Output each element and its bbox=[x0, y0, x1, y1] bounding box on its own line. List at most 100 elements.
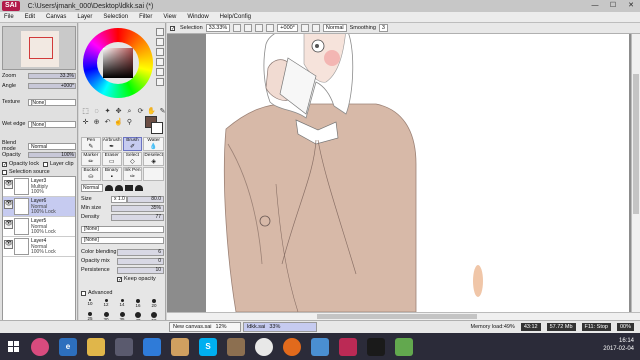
start-button[interactable] bbox=[0, 333, 26, 360]
color-mode-button[interactable] bbox=[156, 58, 164, 66]
file-explorer-icon[interactable] bbox=[87, 337, 105, 356]
color-picker-icon[interactable]: ⚲ bbox=[125, 118, 134, 127]
document-tab-new-canvas[interactable]: New canvas.sai 12% bbox=[169, 322, 241, 332]
rotate-left-icon[interactable]: ↶ bbox=[103, 118, 112, 127]
zoom-reset-icon[interactable] bbox=[255, 24, 264, 32]
min-size-slider[interactable]: 35% bbox=[111, 204, 164, 212]
brush-size-preset[interactable]: 12 bbox=[99, 299, 113, 311]
ie-icon[interactable]: e bbox=[59, 337, 77, 356]
menu-canvas[interactable]: Canvas bbox=[42, 14, 73, 20]
hand-icon[interactable]: ☝ bbox=[114, 118, 123, 127]
brush-tip-flat-icon[interactable] bbox=[125, 184, 133, 191]
brush-tip-soft-icon[interactable] bbox=[115, 184, 123, 191]
zoom-tool-icon[interactable]: ⌕ bbox=[125, 107, 134, 116]
layer-row[interactable]: 👁 Layer3 Multiply 100% bbox=[3, 177, 75, 197]
tool-brush[interactable]: Brush ✐ bbox=[122, 137, 143, 151]
color-mode-button[interactable] bbox=[156, 68, 164, 76]
horizontal-scroll-thumb[interactable] bbox=[317, 314, 477, 319]
angle-slider[interactable]: +000° bbox=[28, 83, 76, 89]
tool-select[interactable]: Select ◇ bbox=[122, 152, 143, 166]
zoom-slider[interactable]: 33.3% bbox=[28, 73, 76, 79]
maximize-button[interactable]: ☐ bbox=[604, 0, 622, 12]
recorder-icon[interactable] bbox=[367, 337, 385, 356]
brush-size-preset[interactable]: 20 bbox=[147, 299, 161, 311]
texture-select[interactable]: [None] bbox=[28, 98, 76, 106]
menu-edit[interactable]: Edit bbox=[21, 14, 42, 20]
size-multiplier[interactable]: x 1.0 bbox=[111, 195, 127, 203]
persistence-slider[interactable]: 10 bbox=[117, 266, 164, 274]
hand-tool-icon[interactable]: ✋ bbox=[147, 107, 156, 116]
density-slider[interactable]: 77 bbox=[111, 213, 164, 221]
selection-checkbox[interactable]: ✓ bbox=[170, 25, 175, 31]
system-clock[interactable]: 16:14 2017-02-04 bbox=[603, 337, 634, 353]
tool-bucket[interactable]: Bucket ⛀ bbox=[81, 167, 101, 181]
menu-view[interactable]: View bbox=[159, 14, 183, 20]
chrome-icon[interactable] bbox=[255, 337, 273, 356]
brush-size-preset[interactable]: 10 bbox=[83, 299, 97, 311]
move-icon[interactable]: ✛ bbox=[81, 118, 90, 127]
magic-wand-icon[interactable]: ✦ bbox=[103, 107, 112, 116]
selection-source-checkbox[interactable] bbox=[2, 169, 7, 175]
zoom-field[interactable]: 33.33% bbox=[205, 24, 231, 32]
layer-row[interactable]: 👁 Layer4 Normal 100% Lock bbox=[3, 237, 75, 257]
zoom-out-icon[interactable] bbox=[233, 24, 242, 32]
lasso-icon[interactable]: ◌ bbox=[92, 107, 101, 116]
menu-selection[interactable]: Selection bbox=[99, 14, 135, 20]
menu-filter[interactable]: Filter bbox=[135, 14, 159, 20]
color-blending-slider[interactable]: 6 bbox=[117, 248, 164, 256]
horizontal-scrollbar[interactable] bbox=[167, 312, 640, 320]
tool-binary[interactable]: Binary ▪ bbox=[101, 167, 122, 181]
vertical-scrollbar[interactable] bbox=[631, 34, 640, 313]
app-avatar-icon[interactable] bbox=[31, 337, 49, 356]
angle-field[interactable]: +000° bbox=[277, 24, 298, 32]
drawing-canvas[interactable] bbox=[206, 34, 629, 312]
photos-icon[interactable] bbox=[311, 337, 329, 356]
tool-marker[interactable]: Marker ✏ bbox=[81, 152, 101, 166]
layer-row-selected[interactable]: 👁 Layer6 Normal 100% Lock bbox=[3, 197, 75, 217]
tool-pen[interactable]: Pen ✎ bbox=[81, 137, 101, 151]
blend-mode-select[interactable]: Normal bbox=[28, 142, 76, 150]
visibility-eye-icon[interactable]: 👁 bbox=[4, 240, 13, 249]
minimize-button[interactable]: — bbox=[586, 0, 604, 12]
smoothing-field[interactable]: 3 bbox=[378, 24, 388, 32]
archive-icon[interactable] bbox=[227, 337, 245, 356]
document-tab-ldkk[interactable]: ldkk.sai 33% bbox=[243, 322, 317, 332]
calendar-icon[interactable] bbox=[143, 337, 161, 356]
visibility-eye-icon[interactable]: 👁 bbox=[4, 200, 13, 209]
saturation-value-square[interactable] bbox=[103, 48, 133, 78]
firefox-icon[interactable] bbox=[283, 337, 301, 356]
brush-size-preset[interactable]: 14 bbox=[115, 299, 129, 311]
opacity-lock-checkbox[interactable]: ✓ bbox=[2, 161, 7, 167]
wet-edge-select[interactable]: [None] bbox=[28, 120, 76, 128]
color-mode-button[interactable] bbox=[156, 78, 164, 86]
opacity-slider[interactable]: 100% bbox=[28, 152, 76, 158]
move-tool-icon[interactable]: ✥ bbox=[114, 107, 123, 116]
color-mode-button[interactable] bbox=[156, 48, 164, 56]
tool-airbrush[interactable]: Airbrush ✒ bbox=[101, 137, 122, 151]
color-wheel[interactable] bbox=[83, 28, 153, 98]
menu-help-config[interactable]: Help/Config bbox=[216, 14, 258, 20]
store-icon[interactable] bbox=[115, 337, 133, 356]
navigator-thumbnail[interactable] bbox=[2, 26, 76, 70]
image-viewer-icon[interactable] bbox=[395, 337, 413, 356]
color-mode-button[interactable] bbox=[156, 28, 164, 36]
eyedropper-icon[interactable]: ✎ bbox=[158, 107, 167, 116]
brush-mode-select[interactable]: Normal bbox=[81, 183, 103, 192]
rotate-tool-icon[interactable]: ⟳ bbox=[136, 107, 145, 116]
opacity-mix-slider[interactable]: 0 bbox=[117, 257, 164, 265]
books-icon[interactable] bbox=[171, 337, 189, 356]
blend-field[interactable]: Normal bbox=[322, 24, 347, 32]
brush-shape-select[interactable]: [None] bbox=[81, 225, 164, 233]
advanced-checkbox[interactable] bbox=[81, 290, 86, 296]
zoom-in-icon[interactable] bbox=[244, 24, 253, 32]
visibility-eye-icon[interactable]: 👁 bbox=[4, 180, 13, 189]
sai-app-icon[interactable] bbox=[339, 337, 357, 356]
vertical-scroll-thumb[interactable] bbox=[633, 74, 639, 214]
tool-empty-slot[interactable] bbox=[143, 167, 164, 181]
visibility-eye-icon[interactable]: 👁 bbox=[4, 220, 13, 229]
keep-opacity-checkbox[interactable]: ✓ bbox=[117, 276, 122, 282]
zoom-in-icon[interactable]: ⊕ bbox=[92, 118, 101, 127]
layer-clip-checkbox[interactable] bbox=[42, 161, 48, 167]
brush-tip-round-icon[interactable] bbox=[105, 184, 113, 191]
brush-tip-hard-icon[interactable] bbox=[135, 184, 143, 191]
